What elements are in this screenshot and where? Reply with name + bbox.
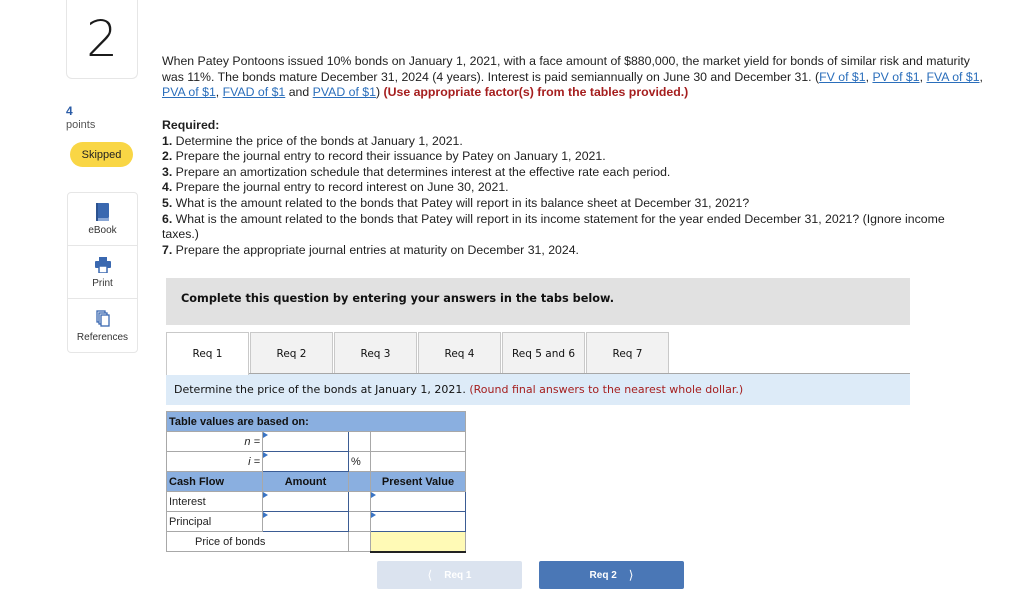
tab-req-5-and-6[interactable]: Req 5 and 6 xyxy=(502,332,585,374)
percent-sign: % xyxy=(348,451,371,472)
empty-cell xyxy=(370,431,466,452)
empty-cell xyxy=(348,531,371,552)
requirement-item: 4. Prepare the journal entry to record i… xyxy=(162,180,509,195)
bond-price-worksheet: Table values are based on: n = i = % Cas… xyxy=(166,411,466,553)
question-intro: When Patey Pontoons issued 10% bonds on … xyxy=(162,54,992,101)
printer-icon xyxy=(94,255,111,275)
next-label: Req 2 xyxy=(589,569,617,581)
n-input[interactable] xyxy=(263,432,348,451)
ebook-label: eBook xyxy=(88,225,117,236)
separator: , xyxy=(215,85,223,100)
table-row: Price of bonds xyxy=(166,531,466,553)
requirement-item: 3. Prepare an amortization schedule that… xyxy=(162,164,671,179)
required-heading: Required: xyxy=(162,118,220,132)
tab-req-3[interactable]: Req 3 xyxy=(334,332,417,374)
requirement-item: 5. What is the amount related to the bon… xyxy=(162,195,750,210)
task-note: (Round final answers to the nearest whol… xyxy=(469,383,744,396)
link-pva-of-1[interactable]: PVA of $1 xyxy=(162,85,216,99)
empty-cell xyxy=(348,511,371,532)
status-badge: Skipped xyxy=(70,142,133,167)
separator: , xyxy=(979,69,983,84)
empty-cell xyxy=(370,451,466,472)
n-label: n = xyxy=(166,431,263,452)
requirement-item: 1. Determine the price of the bonds at J… xyxy=(162,133,463,148)
principal-amount-input[interactable] xyxy=(263,512,348,531)
prev-req-button[interactable]: ⟨ Req 1 xyxy=(377,561,522,589)
interest-pv-cell[interactable] xyxy=(370,491,466,512)
requirement-item: 7. Prepare the appropriate journal entri… xyxy=(162,242,579,257)
documents-icon xyxy=(95,309,110,329)
price-of-bonds-total xyxy=(370,531,466,553)
n-input-cell[interactable] xyxy=(262,431,349,452)
question-number: 2 xyxy=(66,0,138,79)
empty-cell xyxy=(348,431,371,452)
separator: and xyxy=(285,85,313,100)
tab-req-4[interactable]: Req 4 xyxy=(418,332,501,374)
row-label-principal: Principal xyxy=(166,511,263,532)
link-fva-of-1[interactable]: FVA of $1 xyxy=(926,70,979,84)
table-row: Interest xyxy=(166,491,466,512)
next-req-button[interactable]: Req 2 ⟩ xyxy=(539,561,684,589)
total-label: Price of bonds xyxy=(166,531,349,552)
interest-amount-cell[interactable] xyxy=(262,491,349,512)
print-button[interactable]: Print xyxy=(68,246,137,299)
references-label: References xyxy=(76,331,129,343)
prev-label: Req 1 xyxy=(444,569,472,581)
req-tabs: Req 1 Req 2 Req 3 Req 4 Req 5 and 6 Req … xyxy=(166,332,670,375)
i-input[interactable] xyxy=(263,452,348,471)
print-label: Print xyxy=(92,278,113,289)
emphasis-note: (Use appropriate factor(s) from the tabl… xyxy=(383,85,689,100)
link-pv-of-1[interactable]: PV of $1 xyxy=(872,70,919,84)
col-cash-flow: Cash Flow xyxy=(166,471,263,492)
link-fv-of-1[interactable]: FV of $1 xyxy=(819,70,865,84)
principal-pv-cell[interactable] xyxy=(370,511,466,532)
i-input-cell[interactable] xyxy=(262,451,349,472)
references-button[interactable]: References xyxy=(68,299,137,352)
requirement-item: 6. What is the amount related to the bon… xyxy=(162,211,945,242)
link-fvad-of-1[interactable]: FVAD of $1 xyxy=(223,85,286,99)
tab-req-1[interactable]: Req 1 xyxy=(166,332,249,375)
tab-req-2[interactable]: Req 2 xyxy=(250,332,333,374)
link-pvad-of-1[interactable]: PVAD of $1 xyxy=(313,85,376,99)
empty-cell xyxy=(348,491,371,512)
interest-amount-input[interactable] xyxy=(263,492,348,511)
i-label: i = xyxy=(166,451,263,472)
col-spacer xyxy=(348,471,371,492)
points-value: 4 xyxy=(66,104,73,118)
tab-req-7[interactable]: Req 7 xyxy=(586,332,669,374)
requirement-item: 2. Prepare the journal entry to record t… xyxy=(162,149,606,164)
instruction-banner: Complete this question by entering your … xyxy=(166,278,910,325)
interest-pv-input[interactable] xyxy=(371,492,465,511)
worksheet-title: Table values are based on: xyxy=(166,411,466,432)
tools-panel: eBook Print References xyxy=(67,192,138,353)
task-instruction: Determine the price of the bonds at Janu… xyxy=(166,374,910,405)
book-icon xyxy=(95,202,110,222)
col-present-value: Present Value xyxy=(370,471,466,492)
col-amount: Amount xyxy=(262,471,349,492)
requirements-list: Required: 1. Determine the price of the … xyxy=(162,118,1002,258)
ebook-button[interactable]: eBook xyxy=(68,193,137,246)
chevron-left-icon: ⟨ xyxy=(427,568,433,582)
points-label: points xyxy=(66,119,96,131)
principal-amount-cell[interactable] xyxy=(262,511,349,532)
principal-pv-input[interactable] xyxy=(371,512,465,531)
separator: ) xyxy=(375,85,384,100)
task-text: Determine the price of the bonds at Janu… xyxy=(174,383,470,396)
row-label-interest: Interest xyxy=(166,491,263,512)
table-row: Principal xyxy=(166,511,466,532)
chevron-right-icon: ⟩ xyxy=(628,568,634,582)
